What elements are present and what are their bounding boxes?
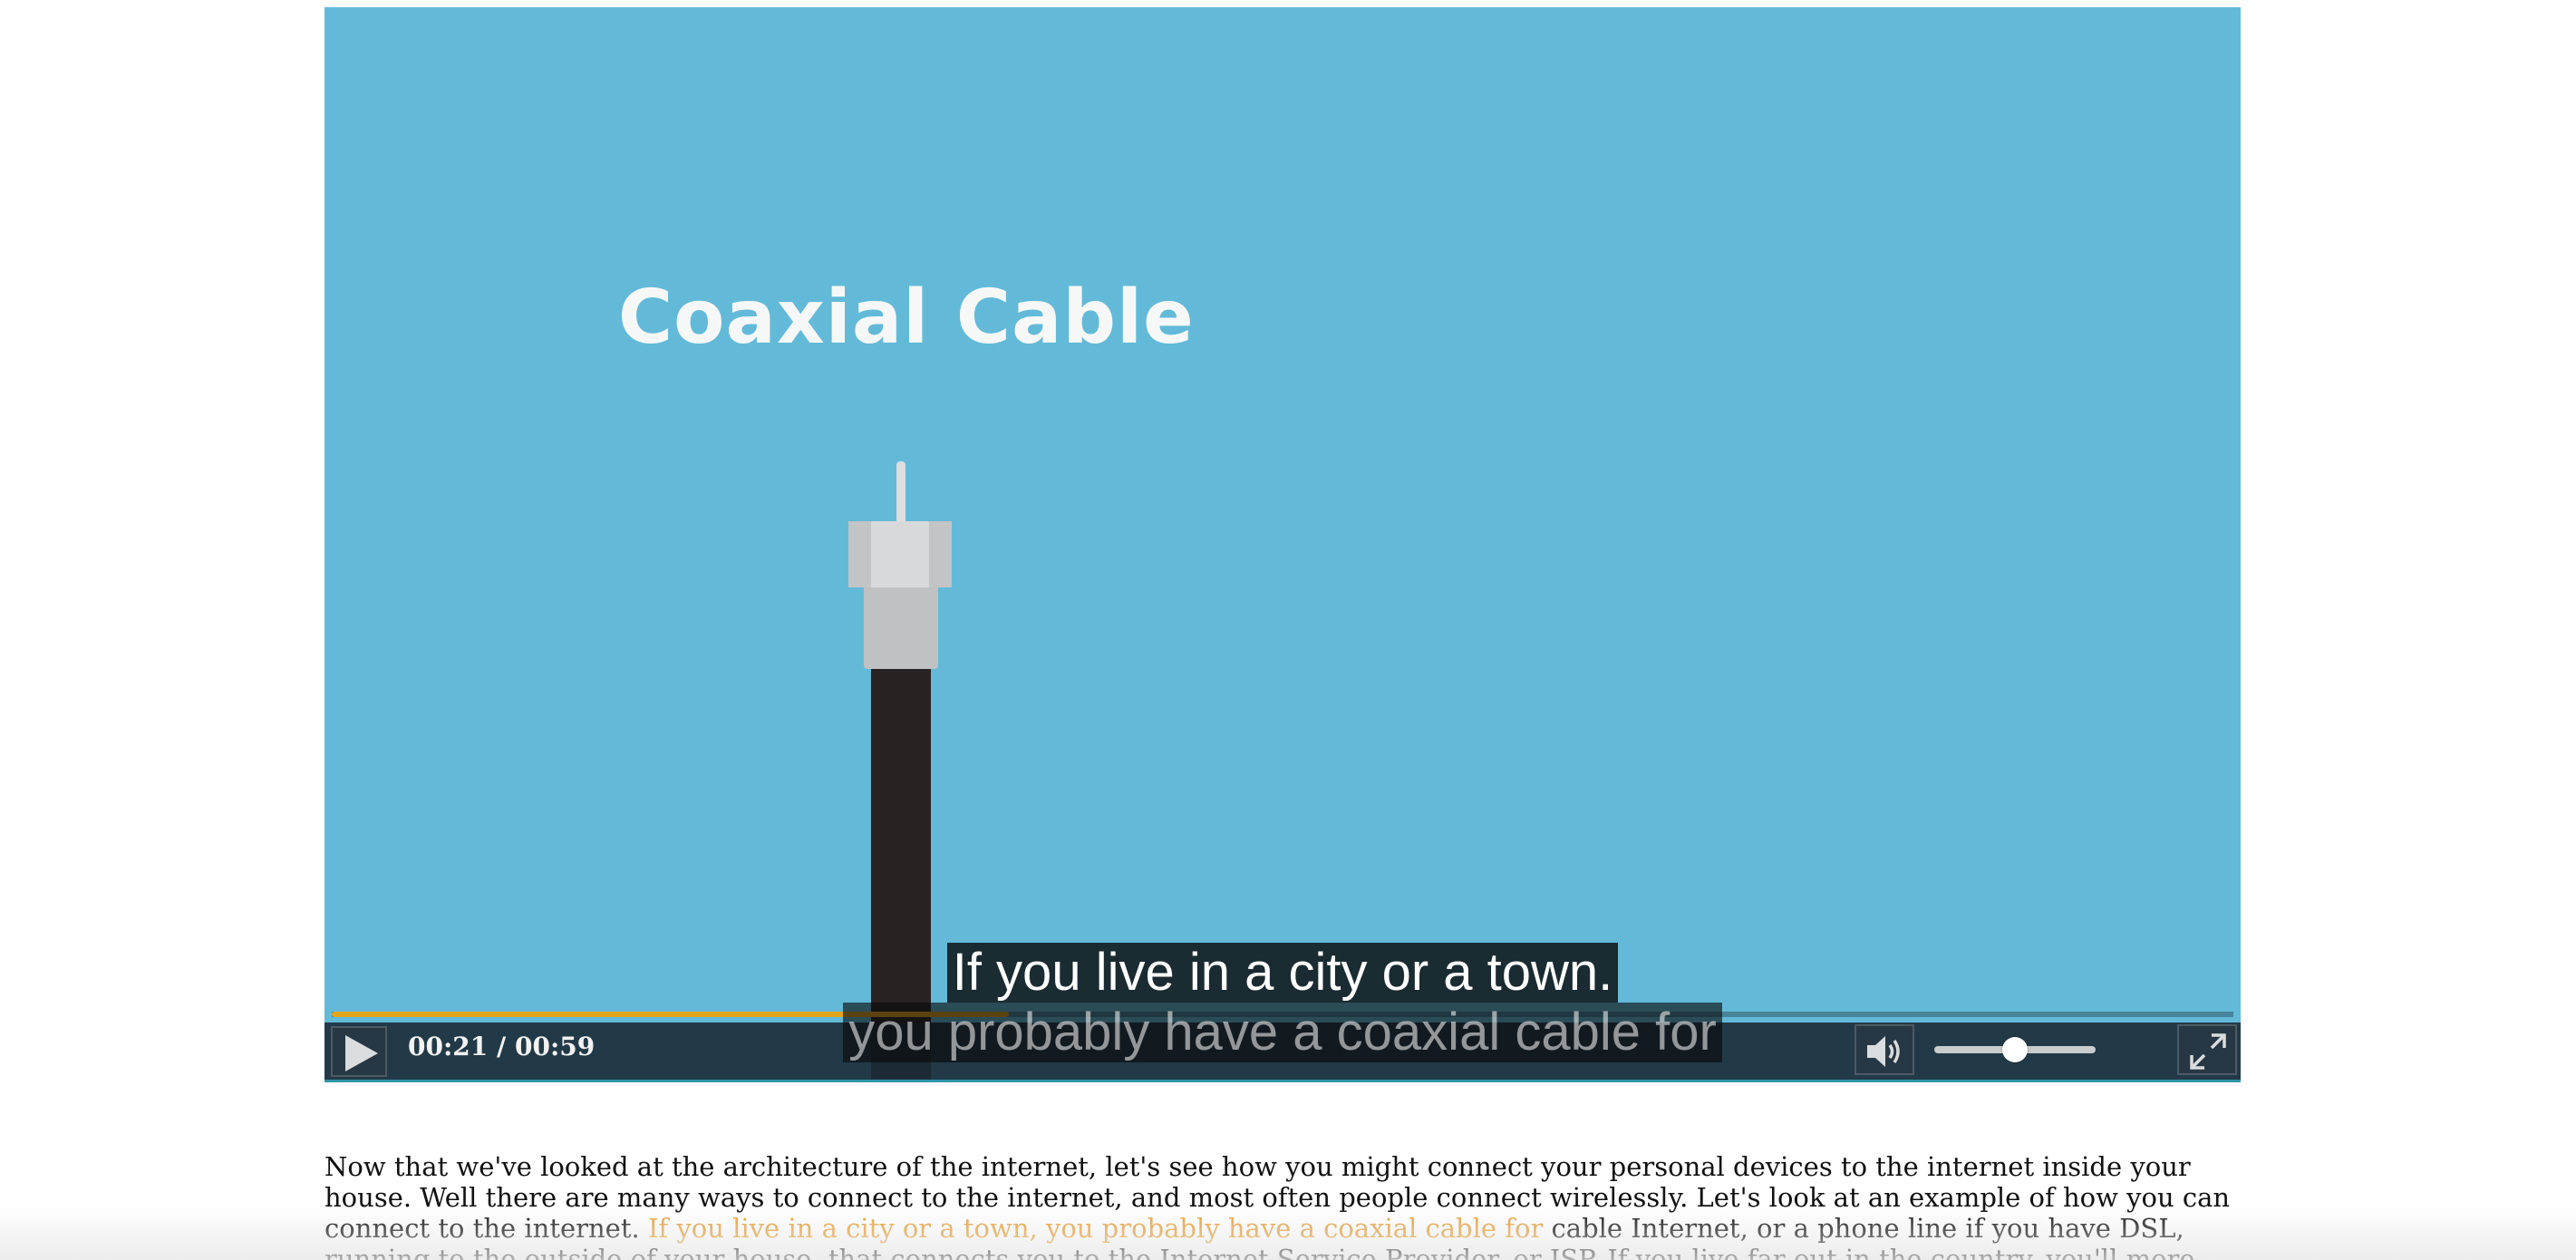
transcript-highlighted-caption: If you live in a city or a town, you pro…	[647, 1213, 1544, 1244]
connector-nut	[848, 521, 952, 587]
caption-line-2: you probably have a coaxial cable for	[843, 1003, 1722, 1062]
captions: If you live in a city or a town. you pro…	[324, 943, 2241, 1062]
transcript-text: Now that we've looked at the architectur…	[324, 1151, 2246, 1260]
connector-sleeve	[864, 587, 938, 669]
slide-title: Coaxial Cable	[618, 275, 1195, 361]
caption-line-1: If you live in a city or a town.	[946, 943, 1619, 1003]
video-player[interactable]: Coaxial Cable If you live in a city or a…	[324, 7, 2241, 1082]
connector-pin	[896, 461, 905, 528]
